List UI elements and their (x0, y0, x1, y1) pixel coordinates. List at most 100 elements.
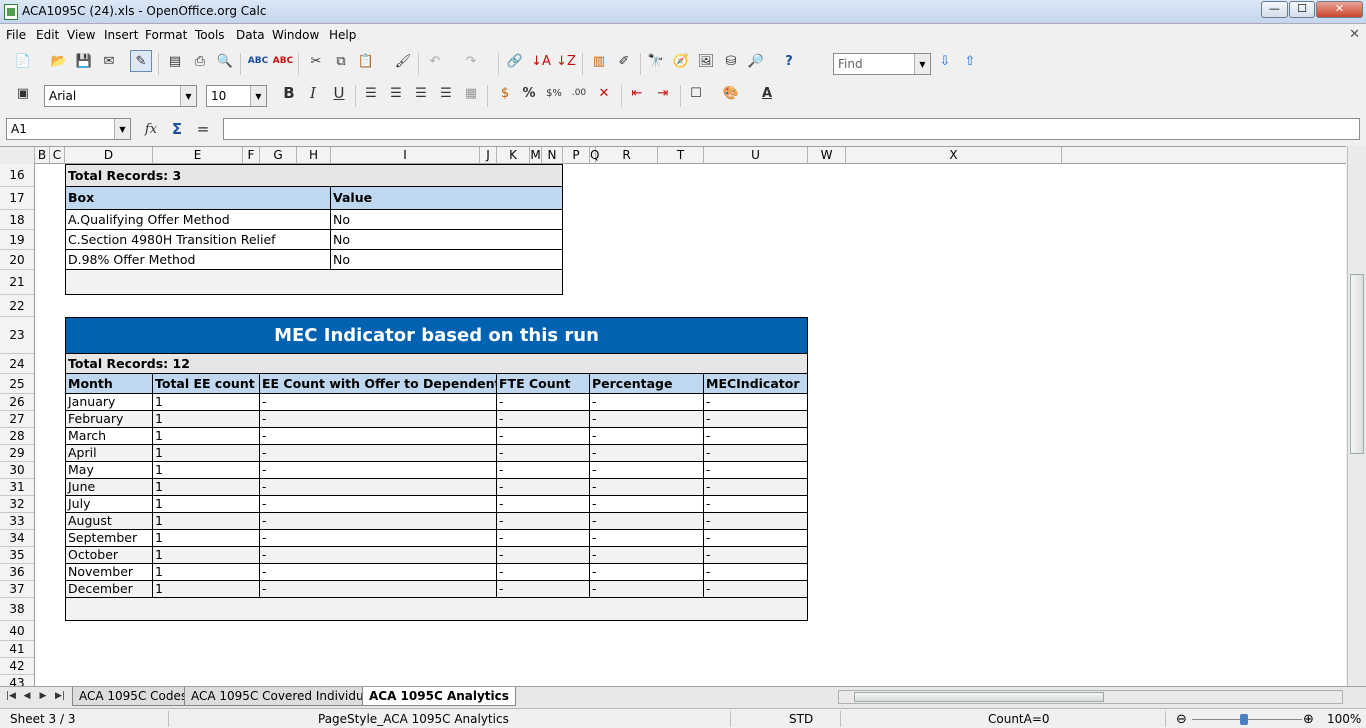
table-cell[interactable]: March (65, 428, 153, 445)
navigator-icon[interactable]: 🧭 (670, 50, 692, 72)
menu-edit[interactable]: Edit (36, 28, 59, 42)
last-sheet-icon[interactable]: ▶| (52, 688, 68, 704)
selection-mode[interactable]: STD (789, 712, 813, 726)
table-cell[interactable]: - (590, 530, 704, 547)
zoom-level[interactable]: 100% (1327, 712, 1361, 726)
row-header-34[interactable]: 34 (0, 530, 34, 547)
horizontal-scrollbar[interactable] (838, 690, 1343, 704)
table-cell[interactable]: - (260, 564, 497, 581)
table-cell[interactable]: - (497, 513, 590, 530)
column-header-e[interactable]: E (153, 147, 243, 164)
table-cell[interactable]: No (331, 230, 563, 250)
help-icon[interactable]: ? (778, 50, 800, 72)
email-icon[interactable]: ✉ (98, 50, 120, 72)
print-icon[interactable]: ⎙ (189, 50, 211, 72)
align-right-icon[interactable]: ☰ (410, 82, 432, 104)
table-cell[interactable]: - (590, 462, 704, 479)
column-header-cell[interactable]: FTE Count (497, 374, 590, 394)
row-header-19[interactable]: 19 (0, 230, 34, 250)
table-cell[interactable]: - (497, 428, 590, 445)
show-draw-functions-icon[interactable]: ✐ (613, 50, 635, 72)
column-header-j[interactable]: J (480, 147, 497, 164)
table-cell[interactable]: - (497, 479, 590, 496)
table-cell[interactable]: - (497, 564, 590, 581)
maximize-button[interactable]: ☐ (1289, 1, 1315, 18)
table-cell[interactable]: - (260, 462, 497, 479)
column-header-h[interactable]: H (297, 147, 331, 164)
close-document-icon[interactable]: ✕ (1349, 27, 1360, 42)
column-header-w[interactable]: W (808, 147, 846, 164)
autospellcheck-icon[interactable]: ABC (272, 50, 294, 72)
table-cell[interactable]: - (497, 445, 590, 462)
row-header-18[interactable]: 18 (0, 210, 34, 230)
vertical-scroll-thumb[interactable] (1350, 274, 1364, 454)
table-cell[interactable]: 1 (153, 530, 260, 547)
table-cell[interactable]: January (65, 394, 153, 411)
table-cell[interactable]: 1 (153, 462, 260, 479)
menu-window[interactable]: Window (272, 28, 319, 42)
find-replace-icon[interactable]: 🔭 (645, 50, 667, 72)
borders-icon[interactable]: ☐ (685, 82, 707, 104)
chart-icon[interactable]: ▥ (588, 50, 610, 72)
zoom-slider-handle[interactable] (1240, 714, 1248, 725)
row-header-36[interactable]: 36 (0, 564, 34, 581)
export-pdf-icon[interactable]: ▤ (164, 50, 186, 72)
menu-view[interactable]: View (67, 28, 95, 42)
format-paintbrush-icon[interactable]: 🖌 (392, 50, 414, 72)
menu-data[interactable]: Data (236, 28, 265, 42)
row-header-33[interactable]: 33 (0, 513, 34, 530)
table-cell[interactable]: - (704, 462, 808, 479)
table-cell[interactable]: - (260, 411, 497, 428)
next-sheet-icon[interactable]: ▶ (36, 688, 50, 704)
column-header-cell[interactable]: Box (65, 187, 331, 210)
table-cell[interactable]: - (704, 530, 808, 547)
row-header-20[interactable]: 20 (0, 250, 34, 270)
sheet-tab[interactable]: ACA 1095C Analytics (362, 687, 516, 706)
table-cell[interactable]: No (331, 250, 563, 270)
new-document-icon[interactable]: 📄 (12, 50, 34, 72)
table-cell[interactable]: - (590, 411, 704, 428)
page-style[interactable]: PageStyle_ACA 1095C Analytics (318, 712, 509, 726)
row-header-25[interactable]: 25 (0, 374, 34, 394)
table-cell[interactable]: February (65, 411, 153, 428)
table-cell[interactable]: - (497, 462, 590, 479)
table-cell[interactable]: September (65, 530, 153, 547)
row-header-23[interactable]: 23 (0, 317, 34, 354)
chevron-down-icon[interactable]: ▼ (250, 86, 266, 106)
column-header-m[interactable]: M (530, 147, 542, 164)
vertical-scrollbar[interactable] (1347, 146, 1366, 686)
select-all-corner[interactable] (0, 147, 35, 164)
column-header-d[interactable]: D (65, 147, 153, 164)
zoom-out-icon[interactable]: ⊖ (1176, 712, 1187, 727)
table-cell[interactable]: - (260, 445, 497, 462)
menu-tools[interactable]: Tools (195, 28, 225, 42)
name-box[interactable]: A1 ▼ (6, 118, 131, 140)
table-cell[interactable]: - (590, 547, 704, 564)
row-header-31[interactable]: 31 (0, 479, 34, 496)
row-header-17[interactable]: 17 (0, 187, 34, 210)
table-cell[interactable]: - (497, 411, 590, 428)
table-cell[interactable]: 1 (153, 445, 260, 462)
table-cell[interactable]: - (704, 394, 808, 411)
column-header-t[interactable]: T (658, 147, 704, 164)
column-header-cell[interactable]: Month (65, 374, 153, 394)
previous-sheet-icon[interactable]: ◀ (20, 688, 34, 704)
table-cell[interactable]: - (497, 547, 590, 564)
copy-icon[interactable]: ⧉ (330, 50, 352, 72)
table-cell[interactable]: 1 (153, 479, 260, 496)
table-cell[interactable]: November (65, 564, 153, 581)
column-header-cell[interactable]: Percentage (590, 374, 704, 394)
row-header-32[interactable]: 32 (0, 496, 34, 513)
table-cell[interactable]: - (704, 513, 808, 530)
horizontal-scroll-thumb[interactable] (854, 692, 1104, 702)
spreadsheet-grid[interactable]: Total Records: 3 Box Value A.Qualifying Off… (35, 164, 1346, 686)
table-cell[interactable]: - (590, 479, 704, 496)
table-cell[interactable]: - (260, 479, 497, 496)
zoom-icon[interactable]: 🔎 (745, 50, 767, 72)
gallery-icon[interactable]: 🖼 (695, 50, 717, 72)
column-header-n[interactable]: N (542, 147, 563, 164)
menu-file[interactable]: File (6, 28, 26, 42)
font-name-select[interactable]: Arial ▼ (44, 85, 197, 107)
table-cell[interactable]: - (704, 496, 808, 513)
styles-formatting-icon[interactable]: ▣ (12, 82, 34, 104)
